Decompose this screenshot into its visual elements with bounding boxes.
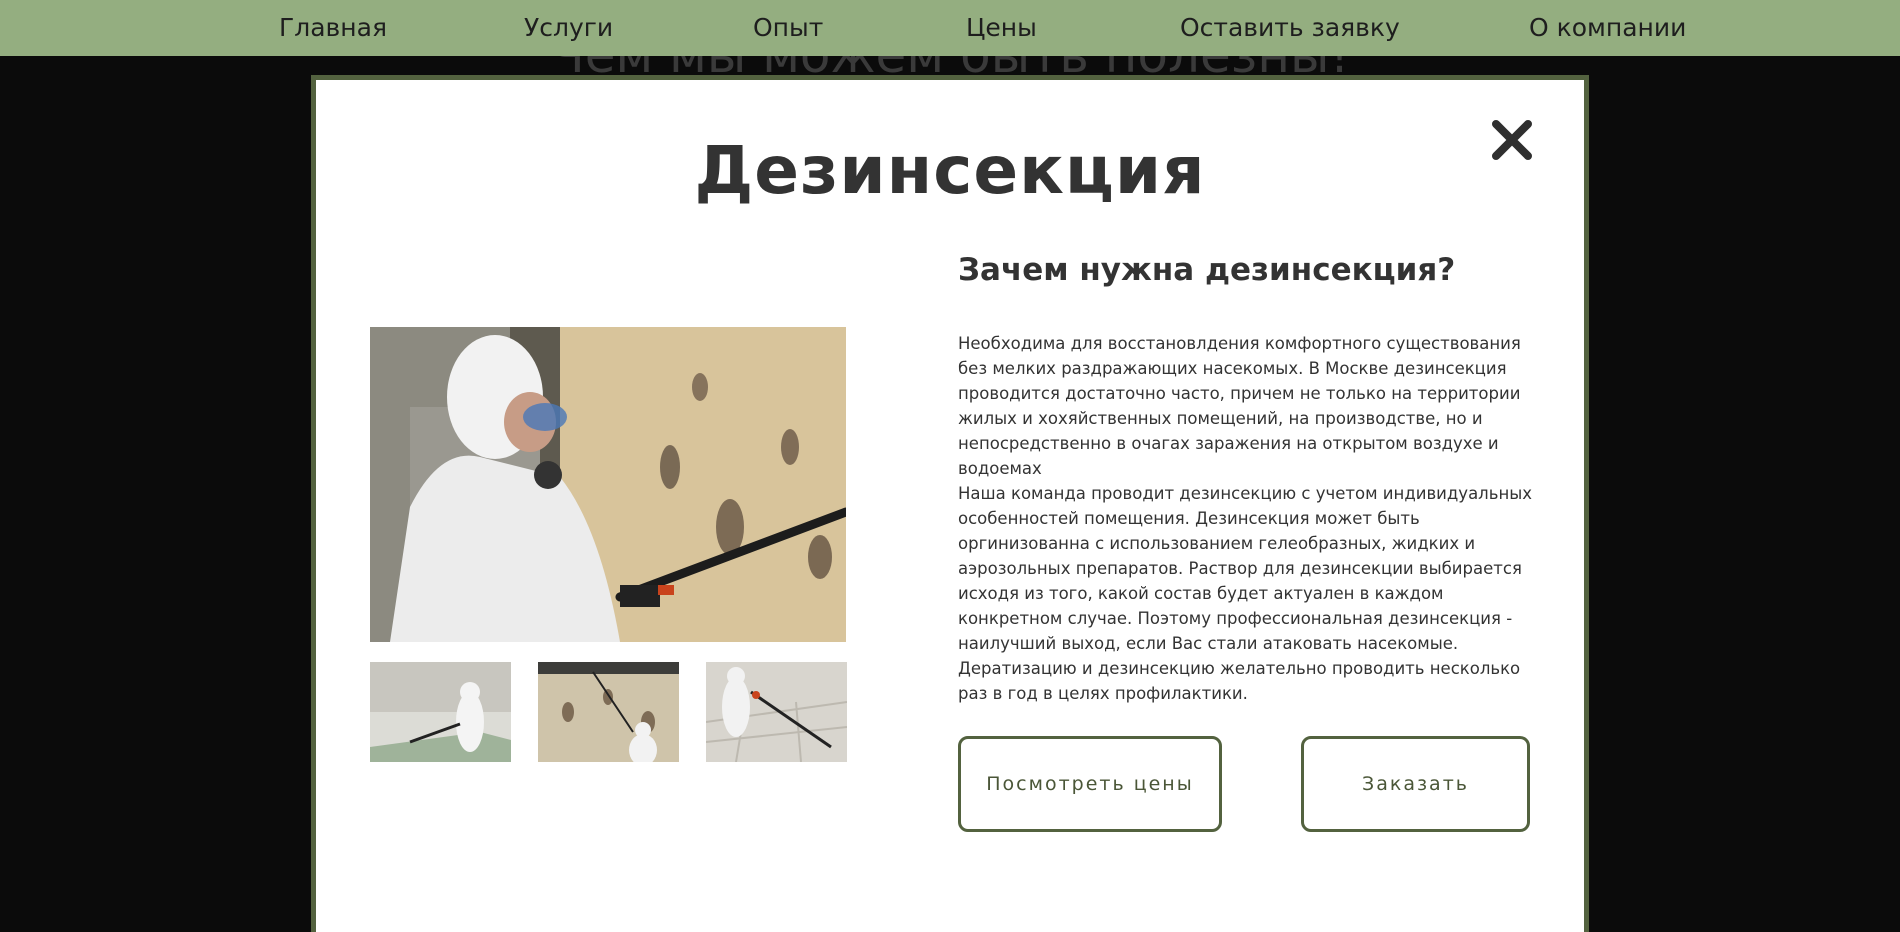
nav-home[interactable]: Главная <box>279 0 387 56</box>
nav-services[interactable]: Услуги <box>524 0 613 56</box>
description-paragraph: Наша команда проводит дезинсекцию с учет… <box>958 484 1533 653</box>
thumbnail-3[interactable] <box>706 662 847 762</box>
description-text: Необходима для восстановлдения комфортно… <box>958 331 1538 706</box>
description-paragraph: Необходима для восстановлдения комфортно… <box>958 334 1521 478</box>
nav-leave-request[interactable]: Оставить заявку <box>1180 0 1400 56</box>
description-paragraph: Дератизацию и дезинсекцию желательно про… <box>958 659 1521 703</box>
order-button[interactable]: Заказать <box>1301 736 1530 832</box>
thumbnail-2[interactable] <box>538 662 679 762</box>
close-icon[interactable] <box>1490 118 1534 162</box>
thumbnail-1[interactable] <box>370 662 511 762</box>
main-service-photo <box>370 327 846 642</box>
service-modal: Дезинсекция Зачем нужна дезинсекция? Нео… <box>311 75 1589 932</box>
modal-title: Дезинсекция <box>694 132 1206 209</box>
view-prices-button[interactable]: Посмотреть цены <box>958 736 1222 832</box>
nav-about[interactable]: О компании <box>1529 0 1686 56</box>
top-navigation: Главная Услуги Опыт Цены Оставить заявку… <box>0 0 1900 56</box>
nav-prices[interactable]: Цены <box>966 0 1037 56</box>
nav-experience[interactable]: Опыт <box>753 0 823 56</box>
modal-subtitle: Зачем нужна дезинсекция? <box>958 252 1456 288</box>
